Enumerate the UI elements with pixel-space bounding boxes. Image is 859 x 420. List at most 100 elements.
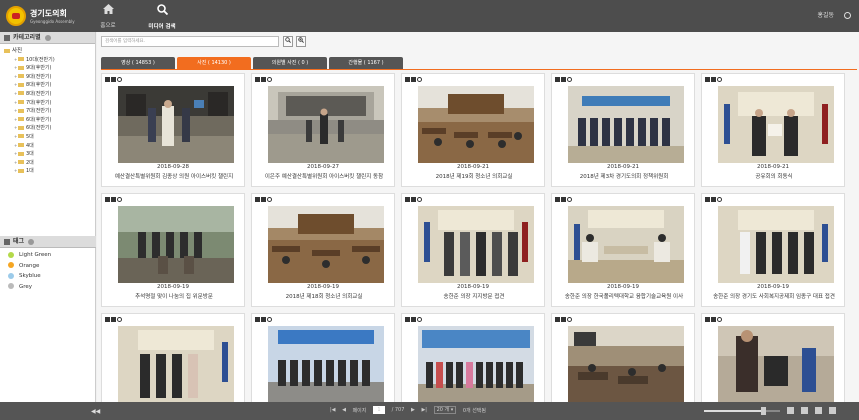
info-icon[interactable] [567, 77, 572, 82]
select-icon[interactable] [255, 317, 260, 322]
nav-media-search-button[interactable]: 미디어 검색 [142, 4, 182, 30]
select-icon[interactable] [705, 77, 710, 82]
photo-card[interactable] [251, 313, 395, 402]
refresh-icon[interactable] [787, 407, 794, 414]
photo-thumbnail[interactable] [268, 326, 384, 402]
photo-thumbnail[interactable] [718, 86, 834, 163]
collapse-sidebar-icon[interactable]: ◀◀ [91, 408, 100, 415]
download-icon[interactable] [561, 317, 566, 322]
tab-member-photo[interactable]: 의원별 사진 ( 0 ) [253, 57, 327, 69]
info-icon[interactable] [717, 197, 722, 202]
last-page-icon[interactable]: ▶| [421, 407, 427, 413]
photo-thumbnail[interactable] [718, 326, 834, 402]
download-icon[interactable] [261, 317, 266, 322]
photo-thumbnail[interactable] [568, 326, 684, 402]
prev-page-icon[interactable]: ◀ [342, 407, 346, 413]
tag-item[interactable]: Orange [8, 261, 51, 272]
photo-card[interactable]: 2018-09-28 예산결산특별위원회 김종상 의원 아이스버킷 챌린지 [101, 73, 245, 187]
info-icon[interactable] [417, 77, 422, 82]
photo-card[interactable]: 2018-09-21 공유회의 회동식 [701, 73, 845, 187]
download-icon[interactable] [111, 317, 116, 322]
info-icon[interactable] [417, 197, 422, 202]
photo-card[interactable]: 2018-09-19 송한준 의장 지지방문 접견 [401, 193, 545, 307]
download-icon[interactable] [711, 197, 716, 202]
nav-home-button[interactable]: 홈으로 [96, 4, 120, 30]
photo-thumbnail[interactable] [568, 206, 684, 283]
tree-item[interactable]: 9대(후반기) [4, 64, 95, 73]
select-icon[interactable] [105, 77, 110, 82]
download-icon[interactable] [561, 77, 566, 82]
tag-item[interactable]: Light Green [8, 250, 51, 261]
tab-video[interactable]: 영상 ( 14853 ) [101, 57, 175, 69]
photo-card[interactable]: 2018-09-19 송한준 의장 한국폴리텍대학교 융합기술교육원 이사 [551, 193, 695, 307]
info-icon[interactable] [117, 197, 122, 202]
page-number-input[interactable]: 1 [372, 406, 385, 414]
tag-item[interactable]: Grey [8, 282, 51, 293]
first-page-icon[interactable]: |◀ [330, 407, 336, 413]
photo-card[interactable] [701, 313, 845, 402]
tree-item[interactable]: 3대 [4, 150, 95, 159]
photo-card[interactable]: 2018-09-19 2018년 제18회 청소년 의회교실 [251, 193, 395, 307]
tree-item[interactable]: 8대(전반기) [4, 90, 95, 99]
photo-thumbnail[interactable] [718, 206, 834, 283]
list-view-icon[interactable] [815, 407, 822, 414]
grid-view-icon[interactable] [801, 407, 808, 414]
logo[interactable]: 경기도의회 Gyeonggido Assembly [6, 6, 96, 28]
info-icon[interactable] [417, 317, 422, 322]
tree-item[interactable]: 7대(후반기) [4, 99, 95, 108]
photo-thumbnail[interactable] [268, 206, 384, 283]
photo-thumbnail[interactable] [418, 206, 534, 283]
zoom-slider-handle[interactable] [761, 407, 767, 415]
next-page-icon[interactable]: ▶ [411, 407, 415, 413]
select-icon[interactable] [255, 197, 260, 202]
info-icon[interactable] [267, 77, 272, 82]
tree-root[interactable]: 사진 [4, 47, 95, 56]
tree-item[interactable]: 8대(후반기) [4, 81, 95, 90]
select-icon[interactable] [705, 197, 710, 202]
photo-thumbnail[interactable] [418, 86, 534, 163]
select-icon[interactable] [105, 197, 110, 202]
info-icon[interactable] [567, 197, 572, 202]
select-icon[interactable] [255, 77, 260, 82]
photo-card[interactable] [101, 313, 245, 402]
photo-thumbnail[interactable] [118, 86, 234, 163]
tree-item[interactable]: 6대(전반기) [4, 124, 95, 133]
download-icon[interactable] [261, 77, 266, 82]
select-icon[interactable] [405, 197, 410, 202]
tree-item[interactable]: 2대 [4, 159, 95, 168]
photo-card[interactable] [551, 313, 695, 402]
info-icon[interactable] [267, 317, 272, 322]
download-icon[interactable] [711, 317, 716, 322]
help-icon[interactable] [829, 407, 836, 414]
info-icon[interactable] [267, 197, 272, 202]
select-icon[interactable] [105, 317, 110, 322]
detail-search-button[interactable] [296, 36, 306, 47]
tree-item[interactable]: 9대(전반기) [4, 73, 95, 82]
photo-card[interactable] [401, 313, 545, 402]
zoom-slider[interactable] [704, 407, 780, 415]
download-icon[interactable] [111, 197, 116, 202]
search-input[interactable]: 검색어를 입력하세요. [101, 36, 279, 47]
search-button[interactable] [283, 36, 293, 47]
info-icon[interactable] [117, 317, 122, 322]
photo-card[interactable]: 2018-09-21 2018년 제19회 청소년 의회교실 [401, 73, 545, 187]
add-tag-icon[interactable] [28, 238, 35, 245]
add-category-icon[interactable] [44, 34, 51, 41]
select-icon[interactable] [555, 317, 560, 322]
user-name[interactable]: 홍길동 [818, 12, 835, 19]
photo-card[interactable]: 2018-09-19 추석명절 맞이 나눔의 집 위문방문 [101, 193, 245, 307]
logout-icon[interactable] [844, 12, 851, 19]
tab-publication[interactable]: 간행물 ( 1167 ) [329, 57, 403, 69]
photo-card[interactable]: 2018-09-19 송한준 의장 경기도 사회복지공제회 임종구 대표 접견 [701, 193, 845, 307]
tree-item[interactable]: 1대 [4, 167, 95, 176]
photo-thumbnail[interactable] [118, 326, 234, 402]
tree-item[interactable]: 7대(전반기) [4, 107, 95, 116]
tree-item[interactable]: 6대(후반기) [4, 116, 95, 125]
download-icon[interactable] [411, 197, 416, 202]
download-icon[interactable] [411, 317, 416, 322]
tab-photo[interactable]: 사진 ( 14130 ) [177, 57, 251, 69]
photo-card[interactable]: 2018-09-27 이은주 예산결산특별위원회 아이스버킷 챌린지 동참 [251, 73, 395, 187]
info-icon[interactable] [717, 317, 722, 322]
download-icon[interactable] [261, 197, 266, 202]
download-icon[interactable] [411, 77, 416, 82]
